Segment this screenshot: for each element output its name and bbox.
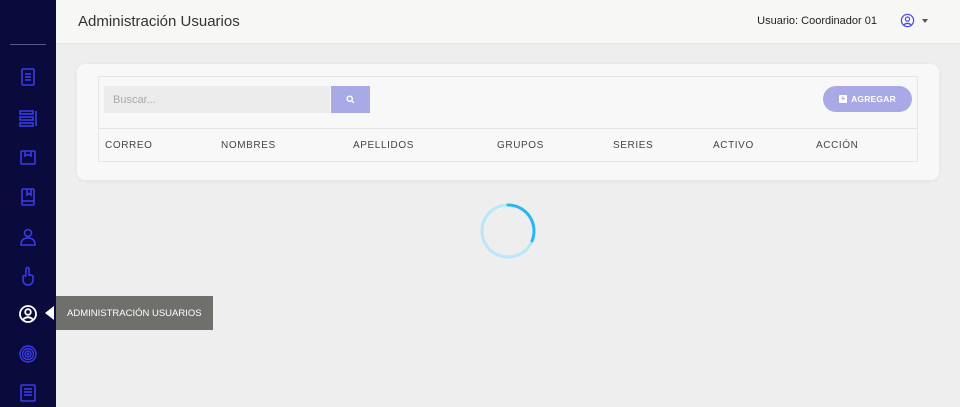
users-table-panel: + AGREGAR CORREO NOMBRES APELLIDOS GRUPO… (98, 76, 918, 162)
account-icon[interactable] (900, 13, 915, 28)
column-header-grupos: GRUPOS (497, 140, 544, 151)
document-icon[interactable] (17, 66, 39, 88)
column-header-correo: CORREO (105, 140, 153, 151)
sidebar-tooltip: ADMINISTRACIÓN USUARIOS (56, 296, 213, 330)
sidebar-divider (10, 44, 46, 45)
search-icon (346, 95, 355, 104)
column-header-nombres: NOMBRES (221, 140, 276, 151)
list-icon[interactable] (17, 107, 39, 129)
chevron-down-icon[interactable] (922, 19, 928, 23)
user-label: Usuario: Coordinador 01 (757, 15, 877, 27)
pointer-icon[interactable] (17, 265, 39, 287)
user-circle-icon[interactable] (17, 303, 39, 325)
book-icon[interactable] (17, 186, 39, 208)
loading-spinner (480, 203, 536, 259)
search-button[interactable] (331, 86, 370, 113)
column-header-accion: ACCIÓN (816, 140, 859, 151)
column-header-apellidos: APELLIDOS (353, 140, 414, 151)
sidebar (0, 0, 56, 407)
tooltip-arrow (45, 306, 54, 320)
search-input[interactable] (104, 86, 330, 113)
page-title: Administración Usuarios (78, 13, 240, 30)
add-user-button[interactable]: + AGREGAR (823, 86, 912, 112)
add-button-label: AGREGAR (851, 94, 896, 104)
top-bar: Administración Usuarios Usuario: Coordin… (56, 0, 960, 44)
column-header-activo: ACTIVO (713, 140, 754, 151)
plus-icon: + (839, 94, 848, 103)
report-icon[interactable] (17, 382, 39, 404)
box-icon[interactable] (17, 146, 39, 168)
users-card: + AGREGAR CORREO NOMBRES APELLIDOS GRUPO… (77, 64, 939, 180)
column-header-series: SERIES (613, 140, 654, 151)
fingerprint-icon[interactable] (17, 343, 39, 365)
table-header: CORREO NOMBRES APELLIDOS GRUPOS SERIES A… (99, 128, 917, 161)
user-icon[interactable] (17, 226, 39, 248)
